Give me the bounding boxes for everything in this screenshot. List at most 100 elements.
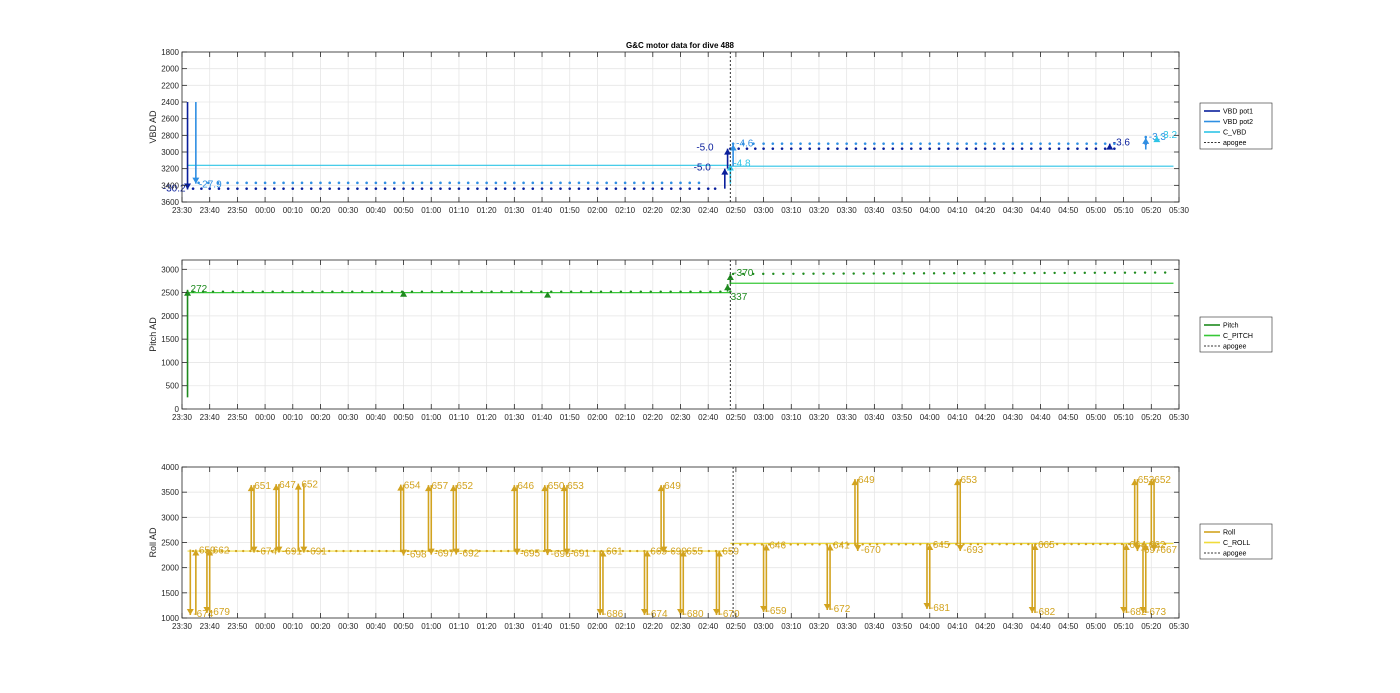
event-label: -695 (520, 549, 540, 560)
data-point (1020, 147, 1024, 150)
data-point (420, 181, 424, 185)
data-point (609, 290, 613, 293)
data-point (291, 290, 294, 293)
data-point (688, 187, 692, 190)
data-point (826, 147, 830, 150)
data-point (1153, 271, 1157, 274)
data-point (771, 147, 775, 150)
data-point (560, 290, 563, 293)
x-tick-label: 03:50 (892, 206, 913, 215)
data-point (974, 142, 978, 145)
data-point (440, 290, 444, 293)
data-point (826, 142, 830, 145)
data-point (439, 187, 442, 190)
x-tick-label: 03:00 (754, 206, 775, 215)
data-point (605, 181, 608, 185)
data-point (221, 290, 225, 293)
data-point (335, 549, 338, 553)
x-tick-label: 04:20 (975, 413, 996, 422)
y-tick-label: 0 (175, 405, 180, 414)
data-point (651, 187, 655, 190)
event-label: -692 (459, 549, 479, 560)
legend-entry: VBD pot2 (1223, 119, 1253, 126)
data-point (361, 290, 364, 293)
data-point (789, 147, 793, 150)
data-point (891, 142, 895, 145)
data-point (965, 142, 968, 145)
data-point (771, 142, 775, 145)
event-label: 659 (722, 547, 739, 558)
data-point (522, 187, 525, 190)
event-label: 662 (213, 546, 230, 557)
x-tick-label: 02:20 (643, 206, 664, 215)
data-point (872, 272, 875, 275)
event-label: 653 (567, 481, 584, 492)
x-tick-label: 02:30 (670, 206, 691, 215)
data-point (319, 187, 322, 190)
event-label: 646 (517, 481, 534, 492)
data-point (983, 142, 987, 145)
x-tick-label: 04:00 (920, 413, 941, 422)
x-tick-label: 01:30 (504, 413, 525, 422)
x-tick-label: 23:50 (227, 206, 248, 215)
data-point (862, 272, 865, 275)
y-tick-label: 2200 (161, 81, 179, 90)
data-point (568, 181, 572, 185)
data-point (928, 147, 932, 150)
x-tick-label: 02:50 (726, 206, 747, 215)
data-point (863, 147, 867, 150)
data-point (1055, 542, 1059, 546)
data-point (605, 187, 608, 190)
data-point (660, 187, 664, 190)
data-point (1027, 542, 1030, 546)
x-tick-label: 02:10 (615, 206, 636, 215)
chart-panel-2: 272 337 -370 23:30 23:40 23:50 00:00 00:10 00:20… (148, 259, 1273, 422)
event-label: -27.9 (199, 180, 222, 191)
x-tick-label: 02:00 (587, 413, 608, 422)
data-point (762, 272, 765, 276)
x-tick-label: 01:20 (477, 622, 498, 631)
x-tick-label: 05:30 (1169, 206, 1190, 215)
y-tick-label: 3400 (161, 181, 179, 190)
data-point (651, 181, 655, 185)
x-tick-label: 00:10 (283, 622, 304, 631)
x-tick-label: 03:10 (781, 622, 802, 631)
data-point (429, 187, 433, 190)
data-point (370, 290, 374, 293)
data-point (772, 272, 775, 276)
data-point (628, 549, 632, 553)
data-point (883, 543, 886, 546)
x-tick-label: 00:30 (338, 622, 359, 631)
data-point (952, 272, 956, 275)
x-tick-label: 00:40 (366, 622, 387, 631)
data-point (282, 181, 285, 185)
data-point (236, 181, 239, 185)
data-point (817, 147, 821, 150)
data-point (457, 181, 461, 185)
legend-entry: C_VBD (1223, 130, 1246, 137)
y-tick-label: 2000 (161, 312, 179, 321)
data-point (392, 549, 395, 553)
x-tick-label: 01:20 (477, 206, 498, 215)
data-point (963, 272, 966, 275)
event-label: 654 (404, 481, 421, 492)
data-point (679, 187, 682, 190)
data-point (1094, 142, 1098, 145)
x-tick-label: 04:40 (1031, 622, 1052, 631)
data-point (1053, 271, 1056, 275)
data-point (540, 181, 544, 185)
data-point (719, 290, 722, 293)
data-point (912, 272, 916, 275)
data-point (540, 187, 544, 190)
gc-motor-figure: G&C motor data for dive 488 -30.2 -27.9-5… (148, 41, 1273, 631)
data-point (494, 181, 498, 185)
data-point (321, 290, 324, 293)
data-point (1057, 147, 1061, 150)
x-tick-label: 23:40 (200, 622, 221, 631)
data-point (513, 181, 516, 185)
data-point (254, 187, 258, 190)
data-point (1106, 542, 1109, 546)
data-point (629, 290, 633, 293)
data-point (1103, 142, 1107, 145)
x-tick-label: 05:00 (1086, 206, 1107, 215)
